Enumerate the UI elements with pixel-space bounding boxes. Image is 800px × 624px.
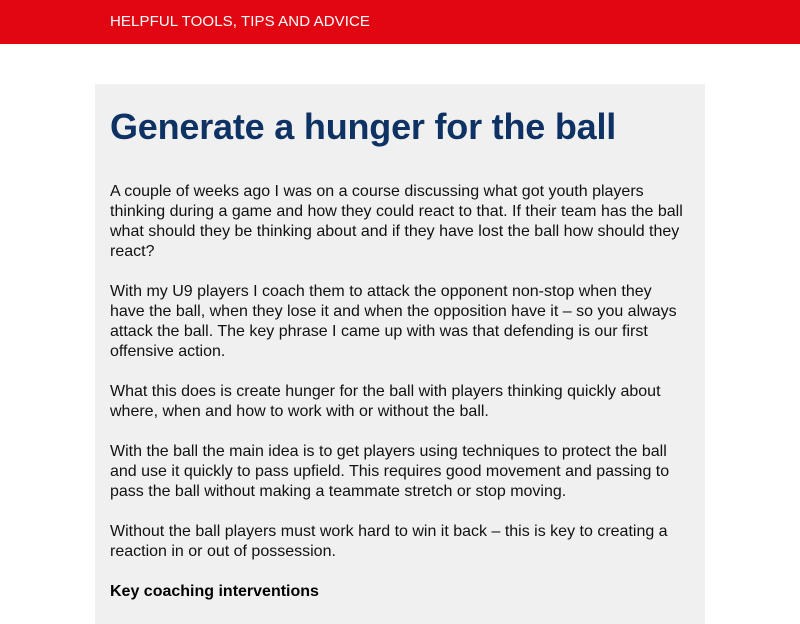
article-paragraph-5: Without the ball players must work hard …	[110, 523, 668, 560]
article-paragraph-3: What this does is create hunger for the …	[110, 383, 661, 420]
helpful-tools-nav-link[interactable]: HELPFUL TOOLS, TIPS AND ADVICE	[110, 13, 370, 31]
article-body: A couple of weeks ago I was on a course …	[110, 182, 688, 602]
article-paragraph-4: With the ball the main idea is to get pl…	[110, 443, 670, 500]
coaching-interventions-heading: Key coaching interventions	[110, 583, 319, 600]
article-paragraph-1: A couple of weeks ago I was on a course …	[110, 183, 683, 260]
top-navigation-bar: HELPFUL TOOLS, TIPS AND ADVICE	[0, 0, 800, 44]
article-card: Generate a hunger for the ball A couple …	[95, 84, 705, 624]
article-paragraph-2: With my U9 players I coach them to attac…	[110, 283, 677, 360]
article-title: Generate a hunger for the ball	[110, 106, 617, 147]
